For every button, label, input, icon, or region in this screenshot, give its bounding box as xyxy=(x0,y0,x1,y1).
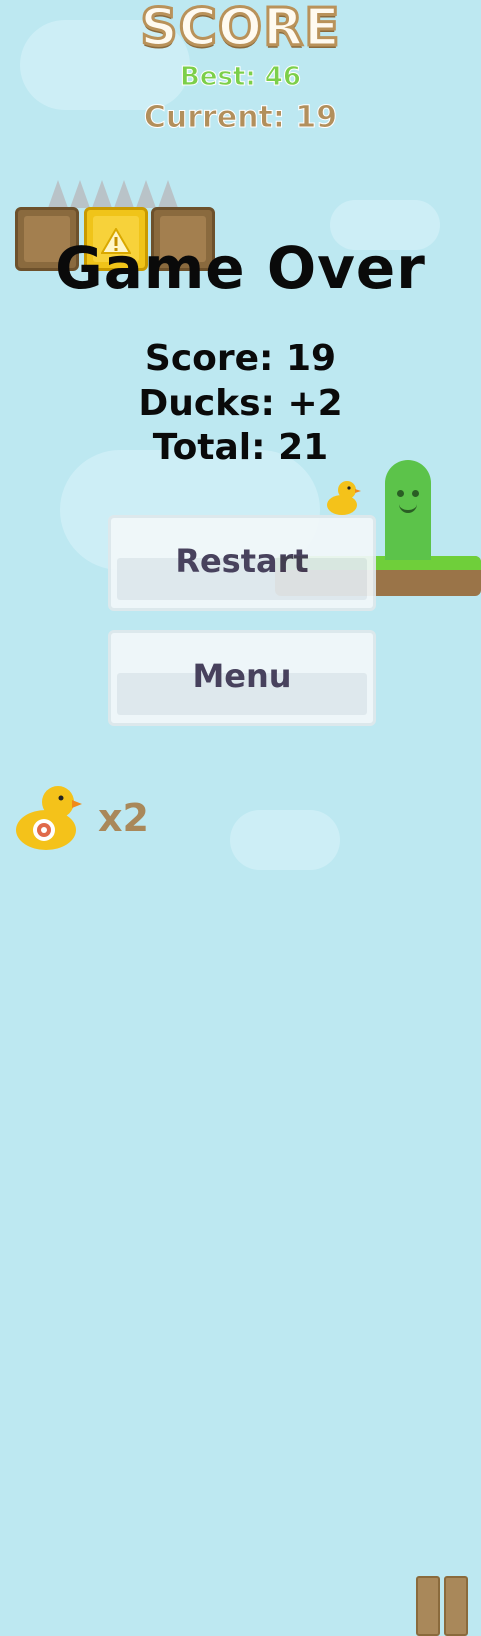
green-character xyxy=(385,460,431,560)
spike xyxy=(92,180,112,208)
spike xyxy=(136,180,156,208)
duck-icon xyxy=(327,481,361,515)
spike xyxy=(70,180,90,208)
game-over-title: Game Over xyxy=(55,234,426,302)
duck-icon xyxy=(16,786,82,850)
score-title: SCORE xyxy=(139,0,341,60)
spike xyxy=(48,180,68,208)
duck-multiplier: x2 xyxy=(98,796,149,840)
spike xyxy=(114,180,134,208)
best-score: Best: 46 xyxy=(180,62,302,93)
ducks-line: Ducks: +2 xyxy=(138,383,343,424)
menu-button[interactable]: Menu xyxy=(108,630,376,726)
pause-button[interactable] xyxy=(414,786,470,1636)
restart-label: Restart xyxy=(175,542,309,580)
cloud xyxy=(230,810,340,870)
score-line: Score: 19 xyxy=(144,338,337,379)
restart-button[interactable]: Restart xyxy=(108,515,376,611)
spike xyxy=(158,180,178,208)
menu-label: Menu xyxy=(192,657,292,695)
current-score: Current: 19 xyxy=(143,100,338,136)
